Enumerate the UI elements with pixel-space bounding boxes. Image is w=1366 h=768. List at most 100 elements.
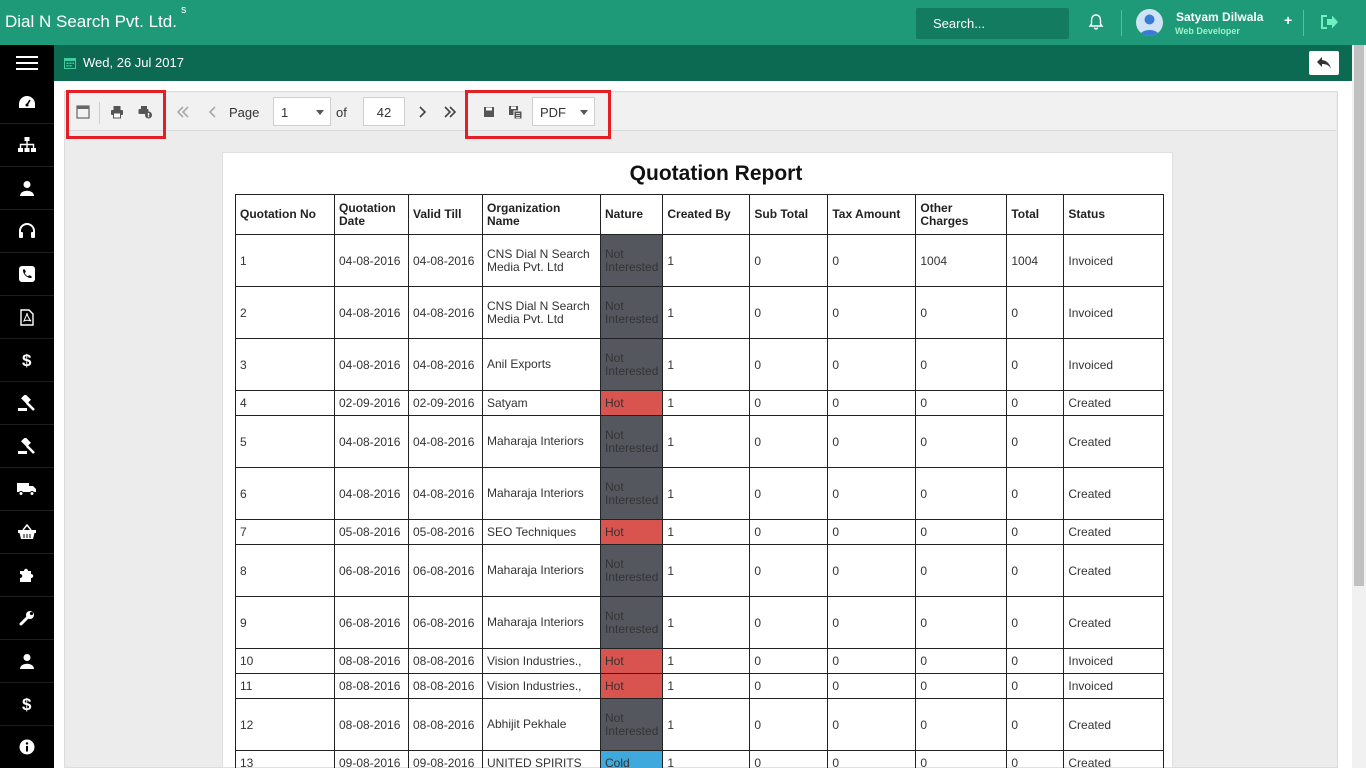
table-cell: 0 [915,648,1008,674]
column-header: Tax Amount [827,194,917,235]
table-cell: 0 [749,596,829,649]
sidebar-item-profile[interactable] [0,640,54,683]
page-number-select[interactable]: 1 [273,97,331,126]
sidebar-item-hierarchy[interactable] [0,124,54,167]
user-icon [20,654,34,669]
column-header: Valid Till [408,194,483,235]
table-cell: 0 [749,648,829,674]
sidebar-item-dashboard[interactable] [0,81,54,124]
column-header: Sub Total [749,194,829,235]
table-cell: 0 [915,415,1008,468]
table-cell: 06-08-2016 [408,544,483,597]
sidebar-item-documents[interactable] [0,296,54,339]
scrollbar-thumb[interactable] [1354,45,1364,586]
nature-badge: Cold [599,750,664,768]
page-scrollbar[interactable] [1352,45,1366,768]
table-cell: Invoiced [1063,648,1165,674]
table-cell: Created [1063,698,1165,751]
table-cell: 0 [1006,544,1065,597]
sidebar-item-auction-2[interactable] [0,425,54,468]
menu-toggle[interactable] [0,45,54,81]
table-cell: 0 [915,338,1008,391]
gavel-icon [18,395,35,411]
table-row: 7 05-08-2016 05-08-2016 SEO Techniques Hot 1 0… [235,519,1165,545]
table-cell: Maharaja Interiors [482,467,601,520]
column-header: Nature [599,194,664,235]
table-cell: 0 [827,415,917,468]
table-cell: 1 [662,519,751,545]
table-cell: 0 [915,286,1008,339]
avatar[interactable] [1136,9,1163,36]
logout-icon[interactable] [1319,13,1339,31]
table-cell: Vision Industries., [482,673,601,699]
table-cell: 10 [235,648,335,674]
table-cell: 0 [749,673,829,699]
table-cell: Created [1063,750,1165,768]
brand-name[interactable]: Dial N Search Pvt. Ltd. [5,12,177,32]
table-row: 2 04-08-2016 04-08-2016 CNS Dial N Search M… [235,286,1165,339]
sidebar-item-support[interactable] [0,210,54,253]
nature-badge: Hot [599,673,664,699]
user-role: Web Developer [1175,26,1240,36]
table-cell: Maharaja Interiors [482,544,601,597]
sidebar-item-shop[interactable] [0,511,54,554]
column-header: Organization Name [482,194,601,235]
sidebar-item-calls[interactable] [0,253,54,296]
first-page-icon[interactable] [176,105,190,119]
last-page-icon[interactable] [443,105,457,119]
bell-icon[interactable] [1086,12,1106,32]
puzzle-icon [20,568,34,582]
table-row: 13 09-08-2016 09-08-2016 UNITED SPIRITS Cold… [235,750,1165,768]
table-cell: Vision Industries., [482,648,601,674]
table-cell: UNITED SPIRITS [482,750,601,768]
table-header-row: Quotation No Quotation Date Valid Till O… [235,194,1165,235]
plus-icon[interactable]: + [1284,12,1292,28]
table-cell: Anil Exports [482,338,601,391]
table-cell: 06-08-2016 [334,544,409,597]
quotation-table: Quotation No Quotation Date Valid Till O… [235,194,1165,768]
sidebar-item-delivery[interactable] [0,468,54,511]
table-row: 8 06-08-2016 06-08-2016 Maharaja Interiors N… [235,544,1165,597]
previous-page-icon[interactable] [206,105,220,119]
table-cell: 08-08-2016 [334,698,409,751]
of-label: of [336,105,347,120]
table-cell: Created [1063,467,1165,520]
nature-badge: Hot [599,648,664,674]
table-cell: 04-08-2016 [408,338,483,391]
sitemap-icon [18,137,36,152]
table-cell: 0 [1006,286,1065,339]
user-name[interactable]: Satyam Dilwala [1176,10,1263,24]
next-page-icon[interactable] [415,105,429,119]
reply-icon [1317,57,1331,69]
search-box[interactable] [916,8,1069,39]
back-button[interactable] [1309,51,1339,75]
sidebar-item-info[interactable] [0,726,54,768]
table-cell: 1 [662,544,751,597]
hamburger-icon[interactable] [16,56,38,71]
table-cell: 5 [235,415,335,468]
sidebar-item-users[interactable] [0,167,54,210]
table-cell: 0 [1006,698,1065,751]
gavel-icon [18,438,35,454]
table-cell: 1 [662,338,751,391]
table-cell: 0 [827,234,917,287]
table-cell: 08-08-2016 [408,673,483,699]
sidebar-item-plugins[interactable] [0,554,54,597]
sidebar-item-finance[interactable]: $ [0,339,54,382]
table-cell: 0 [749,390,829,416]
table-cell: CNS Dial N Search Media Pvt. Ltd [482,234,601,287]
table-cell: 08-08-2016 [408,648,483,674]
table-cell: 6 [235,467,335,520]
table-cell: 0 [915,519,1008,545]
table-row: 12 08-08-2016 08-08-2016 Abhijit Pekhale Not… [235,698,1165,751]
table-cell: 0 [915,673,1008,699]
sidebar-item-settings[interactable] [0,597,54,640]
table-cell: 0 [827,673,917,699]
table-cell: 04-08-2016 [408,234,483,287]
sidebar-item-auction[interactable] [0,382,54,425]
sidebar-item-payments[interactable]: $ [0,683,54,726]
table-cell: 0 [915,390,1008,416]
dollar-icon: $ [22,351,32,369]
table-cell: 04-08-2016 [408,467,483,520]
search-input[interactable] [916,8,1069,39]
